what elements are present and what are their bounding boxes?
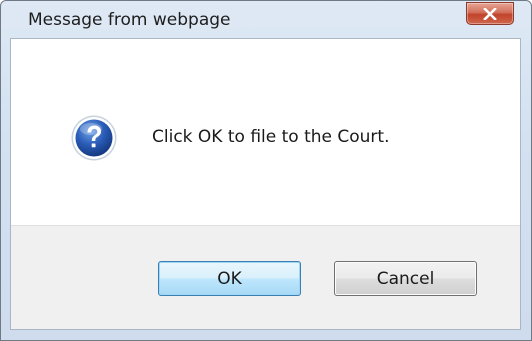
cancel-button[interactable]: Cancel (334, 261, 477, 296)
message-text: Click OK to file to the Court. (152, 127, 390, 147)
dialog-body: Click OK to file to the Court. OK Cancel (10, 38, 521, 330)
question-icon (70, 114, 118, 162)
close-icon (483, 7, 497, 20)
ok-button[interactable]: OK (158, 261, 301, 296)
window-title: Message from webpage (28, 10, 231, 30)
title-bar[interactable]: Message from webpage (1, 1, 531, 37)
message-dialog: Message from webpage Click OK to file to… (0, 0, 532, 341)
button-area: OK Cancel (11, 225, 520, 329)
close-button[interactable] (466, 2, 514, 25)
message-area: Click OK to file to the Court. (11, 39, 520, 225)
